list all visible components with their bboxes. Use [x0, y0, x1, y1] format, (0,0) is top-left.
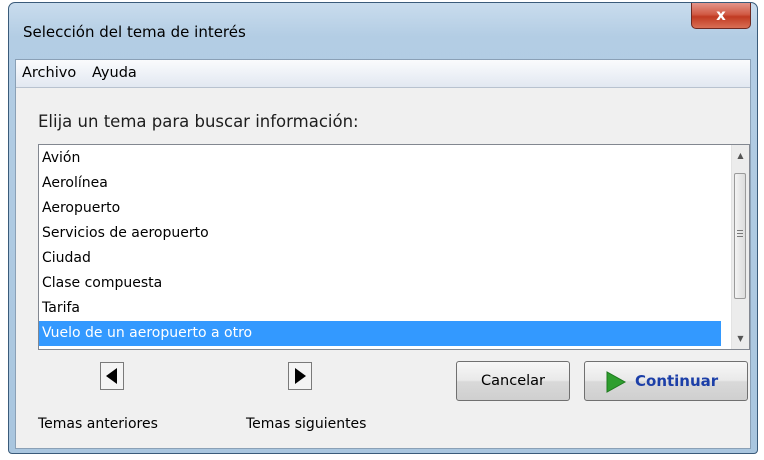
play-icon [606, 371, 627, 393]
previous-topics-button[interactable] [100, 362, 124, 390]
scroll-thumb[interactable] [734, 173, 746, 299]
list-item-vuelo-selected[interactable]: Vuelo de un aeropuerto a otro [39, 321, 721, 346]
list-item-servicios-de-aeropuerto[interactable]: Servicios de aeropuerto [39, 221, 721, 246]
previous-topics-label: Temas anteriores [38, 416, 158, 432]
scroll-down-icon[interactable]: ▼ [732, 330, 749, 347]
menu-bar: Archivo Ayuda [16, 60, 750, 88]
list-item-avion[interactable]: Avión [39, 146, 721, 171]
dialog-window: Selección del tema de interés x Archivo … [8, 2, 758, 454]
continue-button-label: Continuar [635, 372, 719, 390]
menu-item-archivo[interactable]: Archivo [22, 65, 76, 81]
continue-button[interactable]: Continuar [584, 361, 748, 401]
arrow-left-icon [106, 368, 117, 384]
close-icon: x [716, 6, 726, 24]
title-bar[interactable]: Selección del tema de interés x [9, 3, 757, 59]
topic-list: Avión Aerolínea Aeropuerto Servicios de … [39, 146, 721, 346]
next-topics-label: Temas siguientes [246, 416, 367, 432]
list-item-clase-compuesta[interactable]: Clase compuesta [39, 271, 721, 296]
next-topics-button[interactable] [288, 362, 312, 390]
topic-listbox[interactable]: Avión Aerolínea Aeropuerto Servicios de … [38, 144, 750, 350]
grip-icon [737, 230, 743, 239]
list-item-aerolinea[interactable]: Aerolínea [39, 171, 721, 196]
cancel-button-label: Cancelar [481, 373, 545, 389]
window-title: Selección del tema de interés [23, 23, 246, 41]
close-button[interactable]: x [691, 3, 751, 29]
topic-prompt: Elija un tema para buscar información: [38, 112, 359, 131]
cancel-button[interactable]: Cancelar [456, 361, 570, 401]
menu-item-ayuda[interactable]: Ayuda [92, 65, 137, 81]
dialog-body: Archivo Ayuda Elija un tema para buscar … [15, 59, 751, 449]
list-scrollbar[interactable]: ▲ ▼ [731, 145, 749, 349]
arrow-right-icon [295, 368, 306, 384]
list-item-aeropuerto[interactable]: Aeropuerto [39, 196, 721, 221]
list-item-ciudad[interactable]: Ciudad [39, 246, 721, 271]
scroll-up-icon[interactable]: ▲ [732, 147, 749, 164]
list-item-tarifa[interactable]: Tarifa [39, 296, 721, 321]
